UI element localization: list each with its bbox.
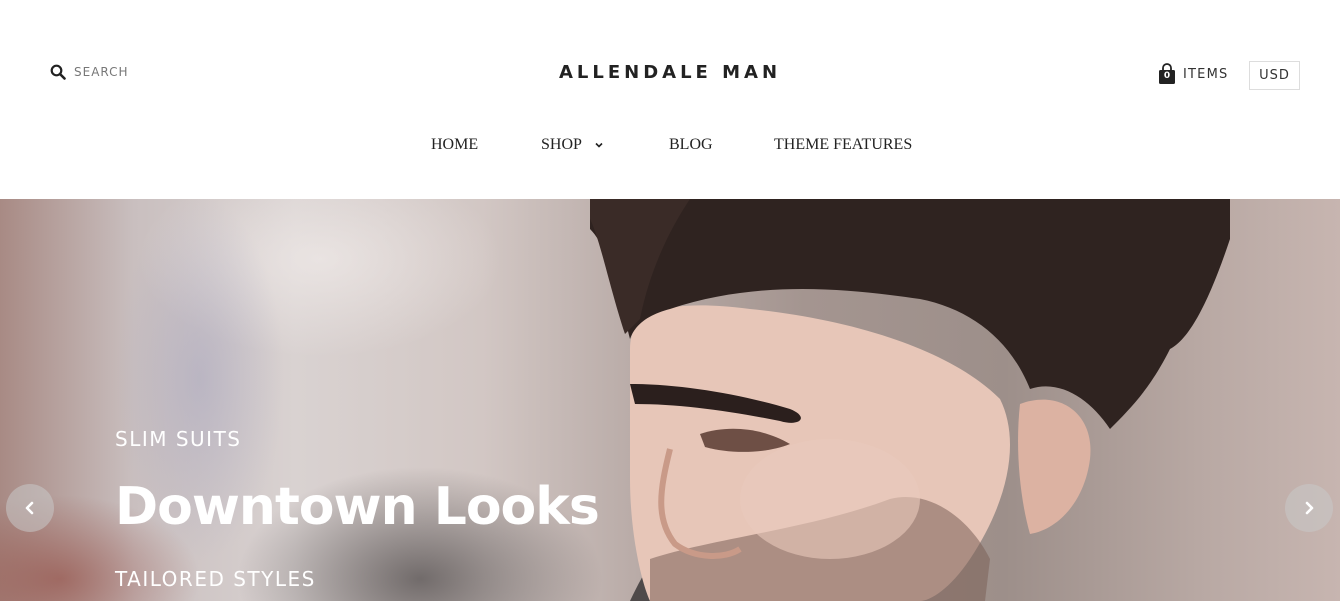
nav-item-theme-features[interactable]: THEME FEATURES [774,136,912,154]
chevron-down-icon[interactable] [594,140,604,150]
hero-background [0,199,640,601]
currency-selector[interactable]: USD [1249,61,1300,90]
nav-item-blog[interactable]: BLOG [669,136,713,154]
hero-slider: SLIM SUITS Downtown Looks TAILORED STYLE… [0,199,1340,601]
hero-subtitle: SLIM SUITS [115,427,242,451]
nav-item-shop-label: SHOP [541,136,582,153]
site-logo-container: ALLENDALE MAN [0,62,1340,83]
cart-count: 0 [1163,71,1171,81]
site-logo[interactable]: ALLENDALE MAN [559,62,781,83]
chevron-left-icon[interactable] [22,500,38,516]
nav-item-shop[interactable]: SHOP [541,136,604,154]
shopping-bag-icon[interactable]: 0 [1157,63,1177,85]
hero-tagline: TAILORED STYLES [115,567,316,591]
main-nav: HOME SHOP BLOG THEME FEATURES [0,136,1340,158]
hero-image [590,199,1230,601]
hero-title: Downtown Looks [115,477,600,537]
slider-next-button[interactable] [1285,484,1333,532]
cart-link[interactable]: 0 ITEMS [1157,63,1228,85]
cart-label: ITEMS [1183,66,1229,82]
slider-prev-button[interactable] [6,484,54,532]
site-header: ALLENDALE MAN 0 ITEMS USD HOME SHOP BLOG… [0,0,1340,199]
nav-item-home[interactable]: HOME [431,136,478,154]
chevron-right-icon[interactable] [1301,500,1317,516]
